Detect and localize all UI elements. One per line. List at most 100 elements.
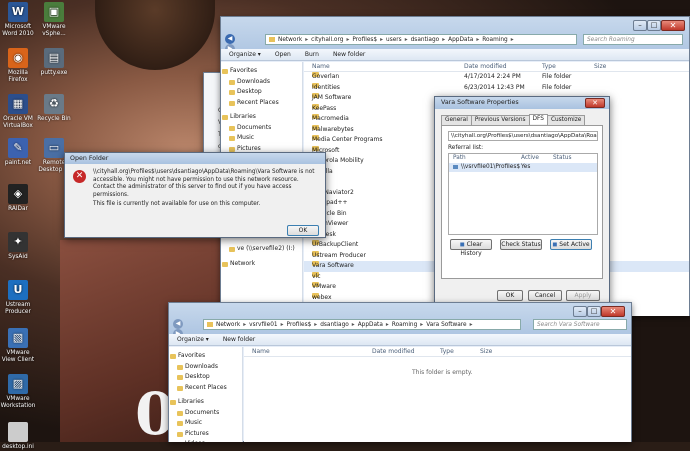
nav-favorites[interactable]: Favorites: [169, 351, 242, 362]
column-headers[interactable]: Name Date modified Type Size: [304, 62, 689, 72]
breadcrumb-item[interactable]: Network: [216, 322, 240, 328]
column-headers[interactable]: Name Date modified Type Size: [244, 347, 631, 357]
close-button[interactable]: ✕: [601, 306, 625, 317]
breadcrumb-item[interactable]: Profiles$: [352, 37, 377, 43]
nav-item[interactable]: Recent Places: [169, 383, 242, 394]
referral-list[interactable]: Path Active Status \\vsrvfile01\Profiles…: [448, 153, 598, 235]
col-type[interactable]: Type: [542, 63, 556, 70]
breadcrumb-separator-icon[interactable]: ▸: [281, 322, 284, 328]
breadcrumb-separator-icon[interactable]: ▸: [314, 322, 317, 328]
file-row[interactable]: Identities 6/23/2014 12:43 PM File folder: [304, 82, 689, 94]
close-button[interactable]: ✕: [661, 20, 685, 31]
breadcrumb-item[interactable]: cityhall.org: [311, 37, 343, 43]
breadcrumb-separator-icon[interactable]: ▸: [243, 322, 246, 328]
breadcrumb-item[interactable]: Vara Software: [426, 322, 466, 328]
desktop-icon[interactable]: ✎ paint.net: [0, 138, 36, 167]
nav-network[interactable]: Network: [221, 259, 302, 270]
open-folder-dialog[interactable]: Open Folder ✕ \\cityhall.org\Profiles$\u…: [64, 152, 326, 238]
maximize-button[interactable]: □: [647, 20, 661, 31]
desktop-icon[interactable]: desktop.ini: [0, 422, 36, 451]
minimize-button[interactable]: –: [633, 20, 647, 31]
back-forward-buttons[interactable]: ◀ ▶: [173, 319, 195, 339]
toolbar-button[interactable]: Organize ▾: [229, 51, 261, 58]
toolbar-button[interactable]: Open: [275, 51, 291, 58]
breadcrumb-item[interactable]: dsantiago: [320, 322, 349, 328]
desktop-icon[interactable]: ◈ RAIDar: [0, 184, 36, 213]
set-active-button[interactable]: ◼ Set Active: [550, 239, 592, 250]
col-size[interactable]: Size: [594, 63, 606, 70]
desktop-icon[interactable]: ◉ Mozilla Firefox: [0, 48, 36, 84]
close-button[interactable]: ✕: [585, 98, 605, 108]
breadcrumb-item[interactable]: AppData: [448, 37, 473, 43]
search-input[interactable]: Search Vara Software: [533, 319, 627, 330]
desktop-icon[interactable]: W Microsoft Word 2010: [0, 2, 36, 38]
breadcrumb-item[interactable]: Profiles$: [287, 322, 312, 328]
tab-customize[interactable]: Customize: [546, 115, 586, 125]
nav-item[interactable]: Pictures: [169, 429, 242, 440]
col-status[interactable]: Status: [553, 155, 571, 161]
tab-previous-versions[interactable]: Previous Versions: [470, 115, 530, 125]
breadcrumb-separator-icon[interactable]: ▸: [380, 37, 383, 43]
breadcrumb-separator-icon[interactable]: ▸: [511, 37, 514, 43]
nav-drive[interactable]: ve (\\servefile2) (I:): [221, 244, 302, 255]
desktop-icon[interactable]: ▤ putty.exe: [36, 48, 72, 77]
nav-item[interactable]: Recent Places: [221, 98, 302, 109]
breadcrumb-separator-icon[interactable]: ▸: [405, 37, 408, 43]
breadcrumb-item[interactable]: vsrvfile01: [249, 322, 277, 328]
nav-item[interactable]: Desktop: [221, 87, 302, 98]
breadcrumb-separator-icon[interactable]: ▸: [420, 322, 423, 328]
minimize-button[interactable]: –: [573, 306, 587, 317]
breadcrumb-separator-icon[interactable]: ▸: [442, 37, 445, 43]
ok-button[interactable]: OK: [287, 225, 319, 236]
maximize-button[interactable]: □: [587, 306, 601, 317]
nav-item[interactable]: Music: [221, 133, 302, 144]
address-bar[interactable]: Network ▸ vsrvfile01 ▸ Profiles$ ▸ dsantiago ▸ A…: [203, 319, 521, 330]
search-input[interactable]: Search Roaming: [583, 34, 683, 45]
breadcrumb-separator-icon[interactable]: ▸: [305, 37, 308, 43]
nav-item[interactable]: Desktop: [169, 372, 242, 383]
nav-item[interactable]: Downloads: [221, 77, 302, 88]
nav-item[interactable]: Music: [169, 418, 242, 429]
apply-button[interactable]: Apply: [566, 290, 600, 301]
nav-item[interactable]: Downloads: [169, 362, 242, 373]
col-type[interactable]: Type: [440, 348, 454, 355]
col-path[interactable]: Path: [453, 155, 466, 161]
breadcrumb-item[interactable]: Roaming: [392, 322, 417, 328]
col-size[interactable]: Size: [480, 348, 492, 355]
col-active[interactable]: Active: [521, 155, 539, 161]
vara-explorer-window[interactable]: – □ ✕ ◀ ▶ Network▸vsrvfile01▸Profiles$▸d…: [168, 302, 632, 442]
desktop-icon[interactable]: ▦ Oracle VM VirtualBox: [0, 94, 36, 130]
breadcrumb-item[interactable]: Network: [278, 37, 302, 43]
desktop-icon[interactable]: ▨ VMware Workstation: [0, 374, 36, 410]
toolbar-button[interactable]: Burn: [305, 51, 319, 58]
breadcrumb-separator-icon[interactable]: ▸: [386, 322, 389, 328]
desktop-icon[interactable]: ▧ VMware View Client: [0, 328, 36, 364]
file-list[interactable]: Name Date modified Type Size This folder…: [244, 347, 631, 442]
nav-favorites[interactable]: Favorites: [221, 66, 302, 77]
cancel-button[interactable]: Cancel: [528, 290, 562, 301]
tab-general[interactable]: General: [441, 115, 472, 125]
breadcrumb-item[interactable]: AppData: [358, 322, 383, 328]
navigation-pane[interactable]: Favorites Downloads Desktop Recent Places Li…: [169, 347, 243, 442]
col-date[interactable]: Date modified: [372, 348, 415, 355]
address-bar[interactable]: Network ▸ cityhall.org ▸ Profiles$ ▸ users ▸ dsa…: [265, 34, 577, 45]
breadcrumb-item[interactable]: Roaming: [482, 37, 507, 43]
back-forward-buttons[interactable]: ◀ ▶: [225, 34, 247, 54]
nav-item[interactable]: Documents: [221, 123, 302, 134]
path-field[interactable]: \\cityhall.org\Profiles$\users\dsantiago…: [448, 131, 598, 141]
desktop-icon[interactable]: ▣ VMware vSphe...: [36, 2, 72, 38]
nav-item[interactable]: Documents: [169, 408, 242, 419]
breadcrumb-separator-icon[interactable]: ▸: [470, 322, 473, 328]
breadcrumb-separator-icon[interactable]: ▸: [476, 37, 479, 43]
nav-libraries[interactable]: Libraries: [221, 112, 302, 123]
tab-dfs[interactable]: DFS: [528, 114, 548, 124]
col-date[interactable]: Date modified: [464, 63, 507, 70]
ok-button[interactable]: OK: [497, 290, 523, 301]
desktop-icon[interactable]: ♻ Recycle Bin: [36, 94, 72, 123]
check-status-button[interactable]: Check Status: [500, 239, 542, 250]
desktop-icon[interactable]: ✦ SysAid: [0, 232, 36, 261]
properties-dialog[interactable]: Vara Software Properties ✕ General Previo…: [434, 96, 610, 304]
referral-row[interactable]: \\vsrvfile01\Profiles$ Yes: [449, 163, 597, 172]
breadcrumb-separator-icon[interactable]: ▸: [352, 322, 355, 328]
breadcrumb-item[interactable]: users: [386, 37, 402, 43]
